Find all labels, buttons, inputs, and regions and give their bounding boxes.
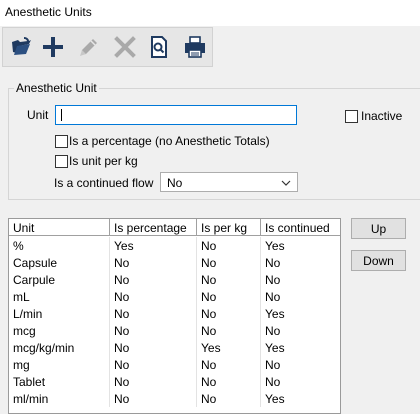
is-percentage-checkbox[interactable]	[55, 135, 68, 148]
cell-is-per-kg: No	[197, 356, 261, 373]
continued-flow-value: No	[167, 176, 183, 190]
cell-is-continued: No	[261, 288, 340, 305]
unit-input[interactable]	[56, 106, 296, 124]
table-row[interactable]: L/min No No Yes	[9, 305, 340, 322]
column-header-is-continued[interactable]: Is continued	[261, 219, 340, 236]
title-bar: Anesthetic Units	[0, 0, 420, 26]
add-button[interactable]	[37, 32, 69, 62]
inactive-label: Inactive	[361, 109, 403, 123]
down-button[interactable]: Down	[351, 250, 406, 271]
cell-is-continued: No	[261, 271, 340, 288]
inactive-checkbox[interactable]	[345, 110, 358, 123]
text-caret	[61, 109, 62, 121]
units-grid[interactable]: Unit Is percentage Is per kg Is continue…	[8, 218, 341, 414]
is-per-kg-checkbox[interactable]	[55, 155, 68, 168]
cell-unit: %	[9, 237, 110, 254]
grid-header: Unit Is percentage Is per kg Is continue…	[9, 219, 340, 236]
continued-flow-select[interactable]: No	[160, 172, 298, 192]
cell-unit: L/min	[9, 305, 110, 322]
cell-is-continued: Yes	[261, 390, 340, 407]
cell-is-per-kg: No	[197, 373, 261, 390]
table-row[interactable]: Tablet No No No	[9, 373, 340, 390]
cell-unit: mL	[9, 288, 110, 305]
up-button[interactable]: Up	[351, 218, 406, 239]
cell-is-continued: Yes	[261, 237, 340, 254]
table-row[interactable]: Capsule No No No	[9, 254, 340, 271]
cell-is-continued: Yes	[261, 339, 340, 356]
cell-is-per-kg: Yes	[197, 339, 261, 356]
print-preview-button[interactable]	[143, 32, 175, 62]
cell-unit: mg	[9, 356, 110, 373]
cell-is-per-kg: No	[197, 271, 261, 288]
cell-is-percentage: No	[110, 322, 197, 339]
cell-is-per-kg: No	[197, 390, 261, 407]
cell-is-continued: Yes	[261, 305, 340, 322]
cell-is-percentage: No	[110, 271, 197, 288]
cell-unit: Tablet	[9, 373, 110, 390]
cell-is-percentage: Yes	[110, 237, 197, 254]
print-button[interactable]	[179, 32, 211, 62]
column-header-is-per-kg[interactable]: Is per kg	[197, 219, 261, 236]
cell-unit: Capsule	[9, 254, 110, 271]
cell-is-percentage: No	[110, 254, 197, 271]
column-header-unit[interactable]: Unit	[9, 219, 110, 236]
cell-is-per-kg: No	[197, 305, 261, 322]
edit-button[interactable]	[73, 32, 105, 62]
table-row[interactable]: mL No No No	[9, 288, 340, 305]
cell-is-continued: No	[261, 322, 340, 339]
unit-input-box[interactable]	[55, 105, 297, 125]
is-per-kg-label: Is unit per kg	[69, 154, 138, 168]
cell-is-percentage: No	[110, 390, 197, 407]
cell-is-continued: No	[261, 254, 340, 271]
cell-is-percentage: No	[110, 373, 197, 390]
cell-is-percentage: No	[110, 288, 197, 305]
cell-unit: mcg/kg/min	[9, 339, 110, 356]
cell-is-per-kg: No	[197, 254, 261, 271]
cell-unit: ml/min	[9, 390, 110, 407]
printer-icon	[183, 35, 207, 59]
toolbar	[2, 27, 213, 67]
table-row[interactable]: % Yes No Yes	[9, 237, 340, 254]
cell-is-per-kg: No	[197, 322, 261, 339]
cell-is-percentage: No	[110, 339, 197, 356]
cell-unit: Carpule	[9, 271, 110, 288]
pencil-icon	[77, 35, 101, 59]
plus-icon	[41, 35, 65, 59]
cell-is-continued: No	[261, 373, 340, 390]
cell-is-per-kg: No	[197, 237, 261, 254]
cell-is-percentage: No	[110, 356, 197, 373]
cell-is-per-kg: No	[197, 288, 261, 305]
table-row[interactable]: mg No No No	[9, 356, 340, 373]
column-header-is-percentage[interactable]: Is percentage	[110, 219, 197, 236]
is-percentage-label: Is a percentage (no Anesthetic Totals)	[69, 134, 270, 148]
window-title: Anesthetic Units	[5, 5, 92, 19]
chevron-down-icon	[281, 177, 291, 191]
table-row[interactable]: ml/min No No Yes	[9, 390, 340, 407]
cell-is-continued: No	[261, 356, 340, 373]
unit-label: Unit	[27, 108, 49, 122]
print-preview-icon	[147, 35, 171, 59]
group-label: Anesthetic Unit	[14, 81, 99, 95]
open-folder-icon	[9, 35, 33, 59]
x-delete-icon	[113, 35, 137, 59]
open-button[interactable]	[5, 32, 37, 62]
table-row[interactable]: Carpule No No No	[9, 271, 340, 288]
table-row[interactable]: mcg No No No	[9, 322, 340, 339]
delete-button[interactable]	[109, 32, 141, 62]
table-row[interactable]: mcg/kg/min No Yes Yes	[9, 339, 340, 356]
cell-unit: mcg	[9, 322, 110, 339]
continued-flow-label: Is a continued flow	[54, 176, 154, 190]
cell-is-percentage: No	[110, 305, 197, 322]
